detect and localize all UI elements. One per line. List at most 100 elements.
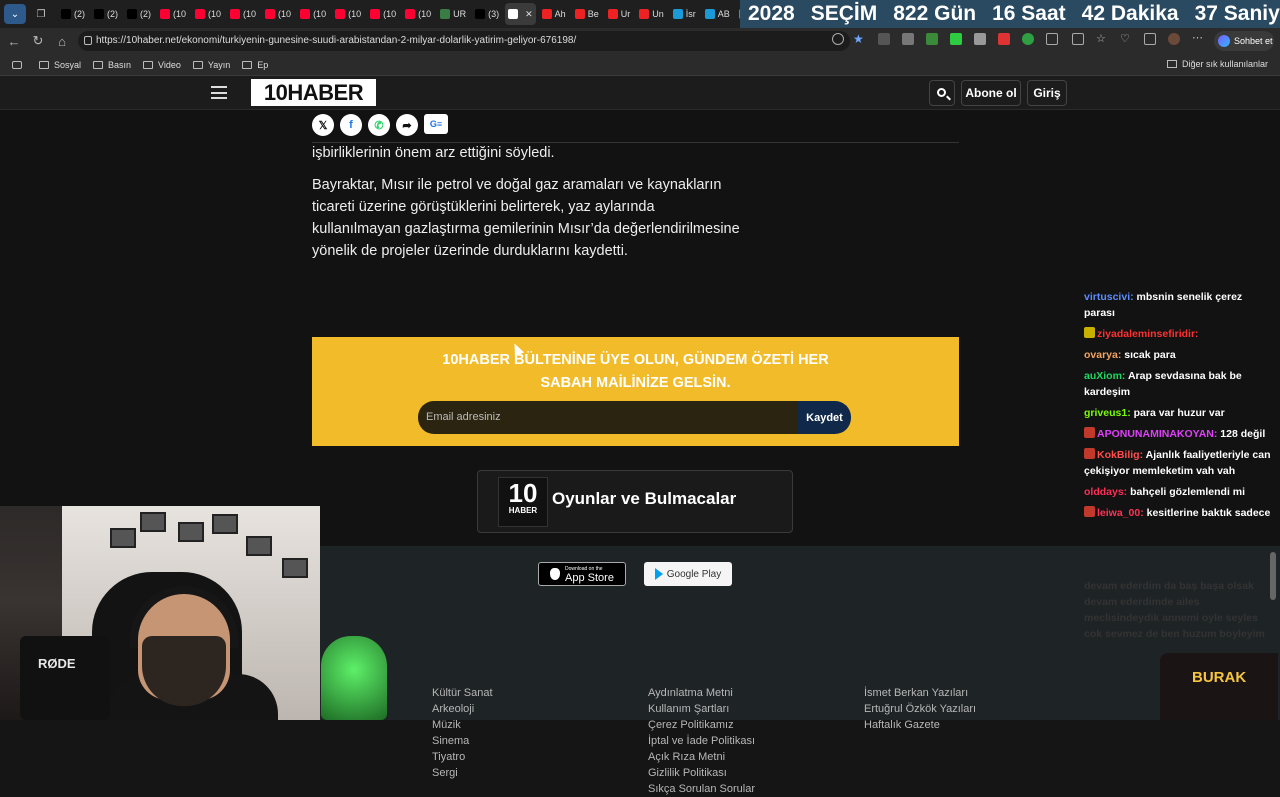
facebook-icon[interactable]: f — [340, 114, 362, 136]
wall-photo — [140, 512, 166, 532]
footer-link[interactable]: Arkeoloji — [432, 701, 474, 717]
browser-tab[interactable]: (2) — [124, 3, 154, 25]
browser-tab[interactable]: (2) — [58, 3, 88, 25]
split-screen-icon[interactable] — [1072, 33, 1084, 45]
other-bookmarks[interactable]: Diğer sık kullanılanlar — [1166, 59, 1268, 69]
games-and-puzzles-banner[interactable]: 10 HABER Oyunlar ve Bulmacalar — [477, 470, 793, 533]
tab-label: AB — [717, 9, 730, 19]
extension-icon[interactable] — [998, 33, 1010, 45]
chat-username[interactable]: leiwa_00: — [1097, 507, 1144, 519]
google-play-badge[interactable]: Google Play — [644, 562, 732, 586]
app-store-badge[interactable]: Download on the App Store — [538, 562, 626, 586]
login-button[interactable]: Giriş — [1027, 80, 1067, 106]
footer-link[interactable]: Haftalık Gazete — [864, 717, 940, 733]
chat-username[interactable]: auXiom: — [1084, 370, 1125, 382]
chat-username[interactable]: KokBilig: — [1097, 449, 1143, 461]
reading-list-icon[interactable] — [12, 60, 27, 69]
chat-scrollbar[interactable] — [1270, 552, 1276, 600]
collections-icon[interactable] — [1144, 33, 1156, 45]
browser-tab[interactable]: (10 — [157, 3, 189, 25]
footer-link[interactable]: Kültür Sanat — [432, 685, 493, 701]
browser-tab[interactable]: (2) — [91, 3, 121, 25]
address-bar[interactable]: https://10haber.net/ekonomi/turkiyenin-g… — [78, 31, 850, 51]
footer-link[interactable]: Sergi — [432, 765, 458, 781]
bookmark-folder-sosyal[interactable]: Sosyal — [39, 60, 81, 70]
footer-link[interactable]: Çerez Politikamız — [648, 717, 734, 733]
extension-icon[interactable] — [878, 33, 890, 45]
extension-icon[interactable] — [926, 33, 938, 45]
browser-tab[interactable]: AB — [702, 3, 733, 25]
share-icon[interactable]: ➦ — [396, 114, 418, 136]
search-button[interactable] — [929, 80, 955, 106]
copilot-chat-button[interactable]: Sohbet et — [1214, 31, 1274, 51]
extension-icon[interactable] — [902, 33, 914, 45]
reader-icon[interactable] — [832, 33, 844, 45]
x-icon[interactable]: 𝕏 — [312, 114, 334, 136]
close-tab-icon[interactable]: ✕ — [525, 9, 533, 20]
favorites-icon[interactable]: ☆ — [1096, 32, 1108, 45]
extensions-puzzle-icon[interactable] — [1046, 33, 1058, 45]
browser-tab[interactable]: (10 — [402, 3, 434, 25]
tab-list-button[interactable]: ⌄ — [4, 4, 26, 24]
tabs: (2) (2) (2) (10 (10 (10 (10 (10 (10 (10 (10 UR (3) ✕ A… — [58, 0, 769, 28]
extension-icon[interactable] — [1022, 33, 1034, 45]
chat-username[interactable]: griveus1: — [1084, 407, 1131, 419]
newsletter-email-input[interactable]: Email adresiniz — [418, 401, 800, 434]
folder-icon — [1166, 60, 1177, 68]
chat-username[interactable]: ovarya: — [1084, 349, 1121, 361]
hamburger-menu-icon[interactable] — [211, 86, 227, 99]
chat-text: sıcak para — [1124, 349, 1176, 361]
subscribe-button[interactable]: Abone ol — [961, 80, 1021, 106]
bookmark-folder-video[interactable]: Video — [143, 60, 181, 70]
tab-label: (2) — [140, 9, 151, 19]
footer-link[interactable]: Gizlilik Politikası — [648, 765, 727, 781]
footer-link[interactable]: Sıkça Sorulan Sorular — [648, 781, 755, 797]
footer-link[interactable]: Aydınlatma Metni — [648, 685, 733, 701]
google-news-icon[interactable]: G≡ — [424, 114, 448, 134]
profile-avatar-icon[interactable] — [1168, 33, 1180, 45]
footer-link[interactable]: Ertuğrul Özkök Yazıları — [864, 701, 976, 717]
bookmark-folder-ep[interactable]: Ep — [242, 60, 268, 70]
chat-username[interactable]: ziyadaleminsefiridir: — [1097, 328, 1199, 340]
newsletter-save-button[interactable]: Kaydet — [798, 401, 851, 434]
workspaces-icon[interactable]: ❐ — [30, 4, 52, 24]
extension-icon[interactable] — [950, 33, 962, 45]
chat-username[interactable]: virtuscivi: — [1084, 291, 1134, 303]
browser-tab[interactable]: (10 — [332, 3, 364, 25]
browser-tab[interactable]: (3) — [472, 3, 502, 25]
footer-link[interactable]: İsmet Berkan Yazıları — [864, 685, 968, 701]
browser-tab[interactable]: UR — [437, 3, 469, 25]
extension-icon[interactable] — [974, 33, 986, 45]
browser-tab[interactable]: (10 — [367, 3, 399, 25]
more-icon[interactable]: ⋯ — [1192, 31, 1204, 44]
footer-link[interactable]: Açık Rıza Metni — [648, 749, 725, 765]
chat-username[interactable]: olddays: — [1084, 486, 1127, 498]
browser-tab[interactable]: (10 — [192, 3, 224, 25]
footer-link[interactable]: Tiyatro — [432, 749, 465, 765]
chat-username[interactable]: APONUNAMINAKOYAN: — [1097, 428, 1217, 440]
health-icon[interactable]: ♡ — [1120, 32, 1132, 45]
favorite-star-icon[interactable]: ★ — [853, 32, 865, 46]
footer-link[interactable]: Sinema — [432, 733, 469, 749]
footer-link[interactable]: Müzik — [432, 717, 461, 733]
chat-text: kesitlerine baktık sadece — [1146, 507, 1271, 519]
browser-tab[interactable]: İsr — [670, 3, 699, 25]
site-logo[interactable]: 10HABER — [251, 79, 376, 106]
browser-tab[interactable]: Un — [636, 3, 667, 25]
footer-link[interactable]: İptal ve İade Politikası — [648, 733, 755, 749]
browser-tab[interactable]: Be — [572, 3, 602, 25]
browser-tab[interactable]: (10 — [297, 3, 329, 25]
bookmark-folder-yayin[interactable]: Yayın — [192, 60, 230, 70]
bookmark-folder-basin[interactable]: Basın — [93, 60, 131, 70]
footer-link[interactable]: Kullanım Şartları — [648, 701, 729, 717]
browser-tab[interactable]: (10 — [227, 3, 259, 25]
browser-tab[interactable]: ✕ — [505, 3, 536, 25]
back-icon[interactable]: ← — [4, 34, 24, 49]
browser-tab[interactable]: Ah — [539, 3, 569, 25]
refresh-icon[interactable]: ↻ — [28, 33, 48, 49]
browser-tab[interactable]: (10 — [262, 3, 294, 25]
whatsapp-icon[interactable]: ✆ — [368, 114, 390, 136]
home-icon[interactable]: ⌂ — [52, 34, 72, 49]
browser-tab[interactable]: Ur — [605, 3, 634, 25]
microphone — [20, 636, 110, 720]
